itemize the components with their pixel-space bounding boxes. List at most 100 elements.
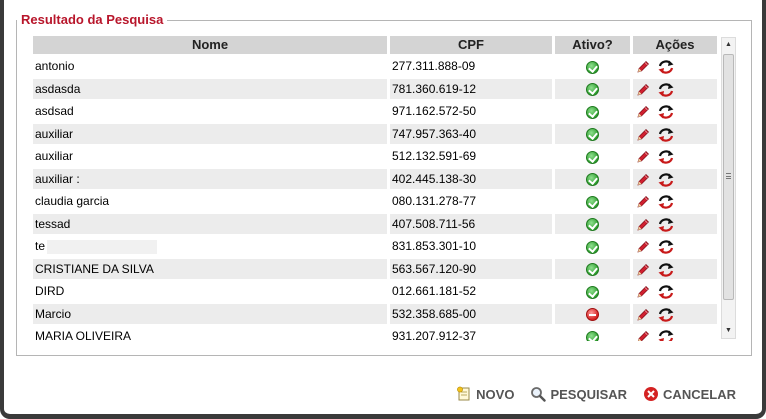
refresh-icon[interactable] bbox=[657, 82, 675, 98]
column-header-ativo[interactable]: Ativo? bbox=[555, 36, 630, 54]
edit-button[interactable] bbox=[635, 239, 651, 255]
minus-circle-icon bbox=[586, 308, 599, 322]
cell-nome: auxiliar bbox=[33, 123, 387, 144]
pencil-icon[interactable] bbox=[635, 127, 651, 143]
pencil-icon[interactable] bbox=[635, 149, 651, 165]
check-circle-icon bbox=[586, 128, 599, 142]
scroll-up-arrow-icon[interactable]: ▲ bbox=[722, 38, 735, 52]
table-row[interactable]: antonio 277.311.888-09 bbox=[33, 56, 717, 77]
cell-nome-text: CRISTIANE DA SILVA bbox=[35, 261, 154, 276]
pencil-icon[interactable] bbox=[635, 284, 651, 300]
edit-button[interactable] bbox=[635, 217, 651, 233]
cell-nome: auxiliar : bbox=[33, 168, 387, 189]
check-circle-icon bbox=[586, 173, 599, 187]
edit-button[interactable] bbox=[635, 172, 651, 188]
edit-button[interactable] bbox=[635, 307, 651, 323]
scrollbar-thumb[interactable] bbox=[723, 54, 734, 300]
cell-cpf: 831.853.301-10 bbox=[390, 236, 552, 257]
reset-button[interactable] bbox=[657, 59, 675, 75]
new-document-icon bbox=[457, 386, 470, 401]
cell-nome-text: MARIA OLIVEIRA bbox=[35, 329, 132, 341]
pencil-icon[interactable] bbox=[635, 172, 651, 188]
edit-button[interactable] bbox=[635, 329, 651, 341]
refresh-icon[interactable] bbox=[657, 307, 675, 323]
reset-button[interactable] bbox=[657, 127, 675, 143]
table-row[interactable]: auxiliar 747.957.363-40 bbox=[33, 123, 717, 144]
pencil-icon[interactable] bbox=[635, 262, 651, 278]
table-row[interactable]: auxiliar 512.132.591-69 bbox=[33, 146, 717, 167]
edit-button[interactable] bbox=[635, 194, 651, 210]
row-actions bbox=[633, 262, 675, 278]
edit-button[interactable] bbox=[635, 127, 651, 143]
cancelar-button[interactable]: CANCELAR bbox=[643, 386, 736, 402]
refresh-icon[interactable] bbox=[657, 172, 675, 188]
pencil-icon[interactable] bbox=[635, 329, 651, 341]
check-circle-icon bbox=[586, 60, 599, 74]
pencil-icon[interactable] bbox=[635, 194, 651, 210]
refresh-icon[interactable] bbox=[657, 59, 675, 75]
pesquisar-button[interactable]: PESQUISAR bbox=[530, 386, 627, 402]
reset-button[interactable] bbox=[657, 104, 675, 120]
check-circle-icon bbox=[586, 195, 599, 209]
refresh-icon[interactable] bbox=[657, 217, 675, 233]
check-circle-icon bbox=[586, 263, 599, 277]
edit-button[interactable] bbox=[635, 284, 651, 300]
edit-button[interactable] bbox=[635, 82, 651, 98]
row-actions bbox=[633, 307, 675, 323]
check-circle-icon bbox=[586, 83, 599, 97]
novo-label: NOVO bbox=[476, 386, 515, 402]
table-row[interactable]: CRISTIANE DA SILVA 563.567.120-90 bbox=[33, 258, 717, 279]
cell-ativo bbox=[555, 303, 630, 324]
pencil-icon[interactable] bbox=[635, 82, 651, 98]
cell-nome-text: te bbox=[35, 239, 46, 254]
pencil-icon[interactable] bbox=[635, 104, 651, 120]
table-row[interactable]: MARIA OLIVEIRA 931.207.912-37 bbox=[33, 326, 717, 341]
refresh-icon[interactable] bbox=[657, 194, 675, 210]
dialog-footer: NOVO PESQUISAR CANCELAR bbox=[456, 386, 736, 402]
column-header-nome[interactable]: Nome bbox=[33, 36, 387, 54]
pencil-icon[interactable] bbox=[635, 59, 651, 75]
refresh-icon[interactable] bbox=[657, 127, 675, 143]
pencil-icon[interactable] bbox=[635, 239, 651, 255]
reset-button[interactable] bbox=[657, 172, 675, 188]
pencil-icon[interactable] bbox=[635, 217, 651, 233]
check-circle-icon bbox=[586, 285, 599, 299]
table-row[interactable]: claudia garcia 080.131.278-77 bbox=[33, 191, 717, 212]
reset-button[interactable] bbox=[657, 194, 675, 210]
check-circle-icon bbox=[586, 105, 599, 119]
column-header-cpf[interactable]: CPF bbox=[390, 36, 552, 54]
table-row[interactable]: asdsad 971.162.572-50 bbox=[33, 101, 717, 122]
refresh-icon[interactable] bbox=[657, 329, 675, 341]
cell-cpf: 277.311.888-09 bbox=[390, 56, 552, 77]
reset-button[interactable] bbox=[657, 284, 675, 300]
pencil-icon[interactable] bbox=[635, 307, 651, 323]
cell-acoes bbox=[633, 236, 717, 257]
table-row[interactable]: asdasda 781.360.619-12 bbox=[33, 78, 717, 99]
table-row[interactable]: tessad 407.508.711-56 bbox=[33, 213, 717, 234]
table-row[interactable]: auxiliar : 402.445.138-30 bbox=[33, 168, 717, 189]
refresh-icon[interactable] bbox=[657, 284, 675, 300]
cell-nome-text: auxiliar bbox=[35, 126, 74, 141]
edit-button[interactable] bbox=[635, 262, 651, 278]
novo-button[interactable]: NOVO bbox=[456, 386, 514, 402]
edit-button[interactable] bbox=[635, 149, 651, 165]
reset-button[interactable] bbox=[657, 149, 675, 165]
vertical-scrollbar[interactable]: ▲ ▼ bbox=[721, 37, 736, 339]
reset-button[interactable] bbox=[657, 217, 675, 233]
table-row[interactable]: Marcio 532.358.685-00 bbox=[33, 303, 717, 324]
reset-button[interactable] bbox=[657, 329, 675, 341]
grip-icon bbox=[726, 173, 731, 179]
refresh-icon[interactable] bbox=[657, 104, 675, 120]
reset-button[interactable] bbox=[657, 307, 675, 323]
edit-button[interactable] bbox=[635, 104, 651, 120]
refresh-icon[interactable] bbox=[657, 262, 675, 278]
refresh-icon[interactable] bbox=[657, 149, 675, 165]
refresh-icon[interactable] bbox=[657, 239, 675, 255]
edit-button[interactable] bbox=[635, 59, 651, 75]
table-row[interactable]: te 831.853.301-10 bbox=[33, 236, 717, 257]
scroll-down-arrow-icon[interactable]: ▼ bbox=[722, 324, 735, 338]
reset-button[interactable] bbox=[657, 262, 675, 278]
reset-button[interactable] bbox=[657, 239, 675, 255]
table-row[interactable]: DIRD 012.661.181-52 bbox=[33, 281, 717, 302]
reset-button[interactable] bbox=[657, 82, 675, 98]
